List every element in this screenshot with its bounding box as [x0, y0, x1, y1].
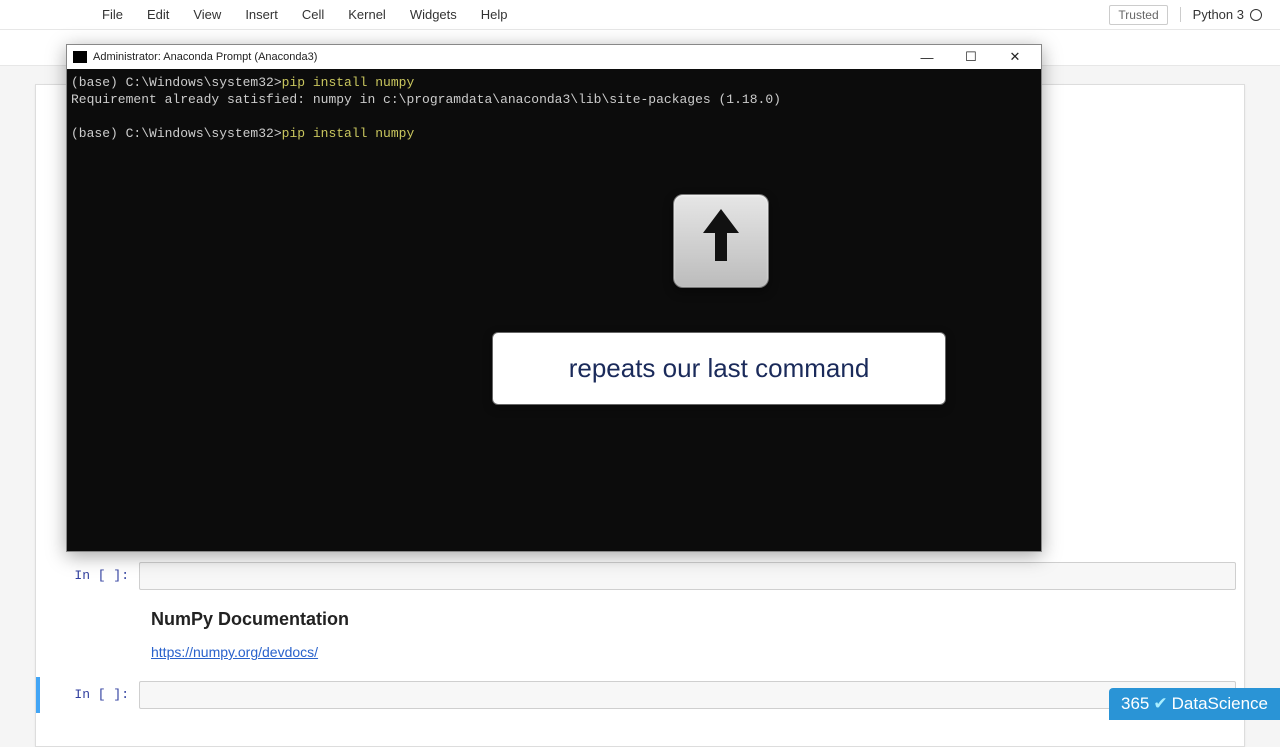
markdown-heading: NumPy Documentation [151, 609, 1236, 630]
watermark-left: 365 [1121, 694, 1149, 714]
terminal-command: pip install numpy [282, 75, 415, 90]
code-cell[interactable]: In [ ]: [36, 677, 1244, 713]
jupyter-menubar: File Edit View Insert Cell Kernel Widget… [0, 0, 1280, 30]
close-button[interactable]: ✕ [993, 46, 1037, 68]
trusted-badge[interactable]: Trusted [1109, 5, 1167, 25]
menu-widgets[interactable]: Widgets [398, 2, 469, 27]
terminal-window: Administrator: Anaconda Prompt (Anaconda… [66, 44, 1042, 552]
kernel-label: Python 3 [1193, 7, 1244, 22]
terminal-title: Administrator: Anaconda Prompt (Anaconda… [93, 51, 317, 63]
menu-kernel[interactable]: Kernel [336, 2, 398, 27]
minimize-button[interactable]: — [905, 46, 949, 68]
terminal-line: (base) C:\Windows\system32>pip install n… [71, 126, 1037, 143]
watermark: 365✔DataScience [1109, 688, 1280, 720]
menu-view[interactable]: View [181, 2, 233, 27]
terminal-body[interactable]: (base) C:\Windows\system32>pip install n… [67, 69, 1041, 551]
terminal-command: pip install numpy [282, 126, 415, 141]
terminal-blank [71, 109, 1037, 126]
menu-cell[interactable]: Cell [290, 2, 336, 27]
kernel-name[interactable]: Python 3 [1180, 7, 1270, 22]
code-cell[interactable]: In [ ]: [36, 558, 1244, 594]
watermark-right: DataScience [1172, 694, 1268, 714]
menu-help[interactable]: Help [469, 2, 520, 27]
terminal-prompt: (base) C:\Windows\system32> [71, 75, 282, 90]
menu-list: File Edit View Insert Cell Kernel Widget… [90, 2, 520, 27]
terminal-icon [73, 51, 87, 63]
cell-input[interactable] [139, 681, 1236, 709]
up-arrow-keycap [673, 194, 769, 288]
cell-input[interactable] [139, 562, 1236, 590]
menu-insert[interactable]: Insert [233, 2, 290, 27]
up-arrow-icon [699, 207, 743, 275]
docs-link[interactable]: https://numpy.org/devdocs/ [151, 644, 318, 660]
terminal-line: (base) C:\Windows\system32>pip install n… [71, 75, 1037, 92]
caption-overlay: repeats our last command [492, 332, 946, 405]
terminal-prompt: (base) C:\Windows\system32> [71, 126, 282, 141]
menu-edit[interactable]: Edit [135, 2, 181, 27]
kernel-indicator-icon [1250, 9, 1262, 21]
cell-prompt: In [ ]: [44, 562, 139, 590]
check-icon: ✔ [1153, 694, 1167, 714]
terminal-titlebar[interactable]: Administrator: Anaconda Prompt (Anaconda… [67, 45, 1041, 69]
terminal-output: Requirement already satisfied: numpy in … [71, 92, 1037, 109]
maximize-button[interactable]: ☐ [949, 46, 993, 68]
menu-file[interactable]: File [90, 2, 135, 27]
cell-prompt: In [ ]: [44, 681, 139, 709]
markdown-cell: NumPy Documentation https://numpy.org/de… [36, 597, 1244, 674]
